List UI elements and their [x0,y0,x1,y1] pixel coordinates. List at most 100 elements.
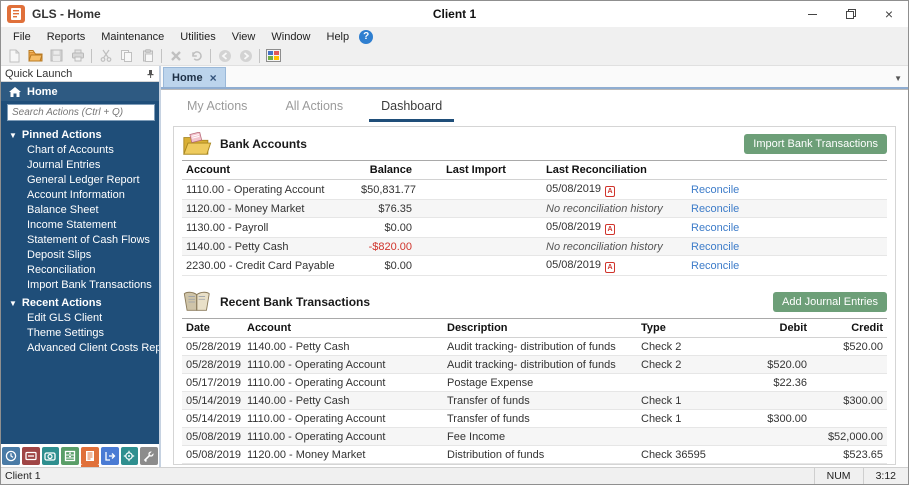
gls-document-app-icon[interactable] [81,446,99,467]
date-cell: 05/14/2019 [182,391,243,410]
last-reconciliation-cell: 05/08/2019 A [542,217,687,238]
last-reconciliation-cell: No reconciliation history [542,199,687,218]
account-cell: 2230.00 - Credit Card Payable [182,255,357,276]
back-icon[interactable] [215,47,234,64]
home-document-tab[interactable]: Home × [163,67,226,87]
bank-accounts-table: Account Balance Last Import Last Reconcilia… [182,160,887,276]
column-header-debit[interactable]: Debit [749,318,811,338]
last-import-cell [442,199,542,218]
sidebar-item-theme-settings[interactable]: Theme Settings [1,326,159,341]
device-app-icon[interactable] [21,446,40,465]
reconcile-link[interactable]: Reconcile [691,222,739,234]
paste-icon[interactable] [138,47,157,64]
tab-close-icon[interactable]: × [210,71,217,85]
sidebar-item-reconciliation[interactable]: Reconciliation [1,263,159,278]
sidebar-item-journal-entries[interactable]: Journal Entries [1,158,159,173]
pdf-report-icon[interactable]: A [605,223,616,235]
reconcile-link[interactable]: Reconcile [691,241,739,253]
reconcile-link[interactable]: Reconcile [691,203,739,215]
table-row: 05/28/2019 1110.00 - Operating Account Aud… [182,355,887,374]
delete-icon[interactable] [166,47,185,64]
content-area: Home × ▼ My Actions All Actions Dashboard … [161,66,908,480]
last-import-cell [442,179,542,200]
column-header-last-import[interactable]: Last Import [442,160,542,180]
menu-reports[interactable]: Reports [39,29,94,45]
export-arrow-app-icon[interactable] [100,446,119,465]
reconcile-link[interactable]: Reconcile [691,260,739,272]
restore-button[interactable] [832,1,870,27]
window-title: GLS - Home [32,7,101,21]
tab-all-actions[interactable]: All Actions [273,99,355,122]
sidebar-group-pinned[interactable]: ▼ Pinned Actions [1,125,159,143]
sidebar-group-recent[interactable]: ▼ Recent Actions [1,293,159,311]
pdf-report-icon[interactable]: A [605,261,616,273]
help-icon[interactable]: ? [359,29,374,44]
camera-app-icon[interactable] [41,446,60,465]
copy-icon[interactable] [117,47,136,64]
menu-utilities[interactable]: Utilities [172,29,223,45]
sidebar-item-account-information[interactable]: Account Information [1,188,159,203]
reconcile-cell: Reconcile [687,179,887,200]
account-cell: 1140.00 - Petty Cash [182,237,357,256]
cabinet-app-icon[interactable] [61,446,79,465]
undo-icon[interactable] [187,47,206,64]
minimize-button[interactable] [794,1,832,27]
column-header-description[interactable]: Description [443,318,637,338]
search-actions-input[interactable] [7,104,155,121]
sidebar-item-general-ledger-report[interactable]: General Ledger Report [1,173,159,188]
pin-icon[interactable] [145,69,155,79]
target-app-icon[interactable] [120,446,139,465]
pdf-report-icon[interactable]: A [605,185,616,197]
column-header-balance[interactable]: Balance [357,160,442,180]
journal-book-icon [182,290,212,314]
save-icon[interactable] [47,47,66,64]
sidebar-item-income-statement[interactable]: Income Statement [1,218,159,233]
menu-help[interactable]: Help [319,29,358,45]
column-header-date[interactable]: Date [182,318,243,338]
table-row: 1130.00 - Payroll $0.00 05/08/2019 A Reconci… [182,217,887,238]
reconcile-link[interactable]: Reconcile [691,184,739,196]
import-bank-transactions-button[interactable]: Import Bank Transactions [744,134,887,154]
last-import-cell [442,237,542,256]
add-journal-entries-button[interactable]: Add Journal Entries [773,292,887,312]
menu-maintenance[interactable]: Maintenance [93,29,172,45]
menu-window[interactable]: Window [263,29,318,45]
dashboard-icon[interactable] [264,47,283,64]
sidebar-item-chart-of-accounts[interactable]: Chart of Accounts [1,143,159,158]
tab-list-dropdown-icon[interactable]: ▼ [894,74,902,83]
open-folder-icon[interactable] [26,47,45,64]
debit-cell [749,427,811,446]
menu-view[interactable]: View [224,29,264,45]
sidebar-item-deposit-slips[interactable]: Deposit Slips [1,248,159,263]
close-button[interactable]: × [870,1,908,27]
date-cell: 05/28/2019 [182,355,243,374]
dashboard-card: Bank Accounts Import Bank Transactions A… [173,126,896,465]
wrench-app-icon[interactable] [140,446,158,465]
sidebar-item-import-bank-transactions[interactable]: Import Bank Transactions [1,278,159,293]
sidebar-item-statement-of-cash-flows[interactable]: Statement of Cash Flows [1,233,159,248]
column-header-account[interactable]: Account [243,318,443,338]
column-header-type[interactable]: Type [637,318,749,338]
forward-icon[interactable] [236,47,255,64]
status-bar: Client 1 NUM 3:12 [1,467,908,484]
menu-file[interactable]: File [5,29,39,45]
print-icon[interactable] [68,47,87,64]
client-title: Client 1 [432,7,477,21]
column-header-account[interactable]: Account [182,160,357,180]
new-document-icon[interactable] [5,47,24,64]
app-switcher-bar [1,444,159,467]
clock-app-icon[interactable] [2,446,20,465]
column-header-credit[interactable]: Credit [811,318,887,338]
tab-my-actions[interactable]: My Actions [175,99,259,122]
dashboard-subnav: My Actions All Actions Dashboard [161,90,908,122]
column-header-last-reconciliation[interactable]: Last Reconciliation [542,160,687,180]
account-cell: 1110.00 - Operating Account [243,355,443,374]
sidebar-item-home[interactable]: Home [1,82,159,101]
cut-icon[interactable] [96,47,115,64]
tab-dashboard[interactable]: Dashboard [369,99,455,122]
sidebar-item-advanced-client-costs-report[interactable]: Advanced Client Costs Report [1,341,159,356]
last-reconciliation-cell: 05/08/2019 A [542,179,687,200]
account-cell: 1140.00 - Petty Cash [243,337,443,356]
sidebar-item-edit-gls-client[interactable]: Edit GLS Client [1,311,159,326]
sidebar-item-balance-sheet[interactable]: Balance Sheet [1,203,159,218]
